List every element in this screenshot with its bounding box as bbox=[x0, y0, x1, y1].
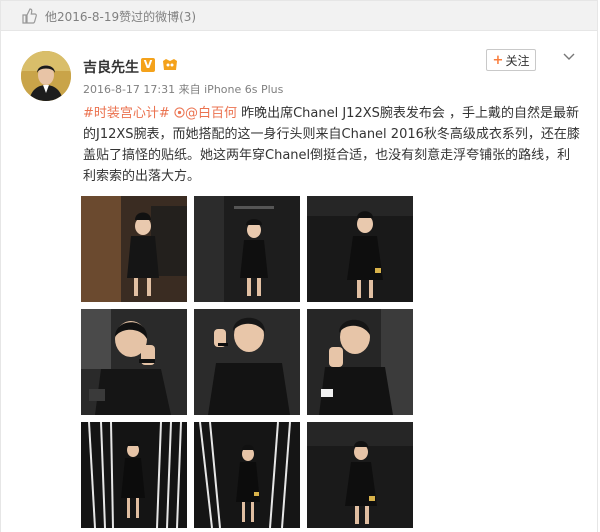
post-content: #时装宫心计# @白百何 昨晚出席Chanel J12XS腕表发布会 ，手上戴的… bbox=[83, 103, 583, 187]
photo-2[interactable] bbox=[194, 196, 300, 302]
thumbs-up-icon bbox=[22, 8, 37, 24]
post-timestamp[interactable]: 2016-8-17 17:31 bbox=[83, 83, 175, 96]
mention-text[interactable]: @白百何 bbox=[185, 106, 237, 121]
photo-5[interactable] bbox=[194, 309, 300, 415]
vip-member-icon bbox=[163, 59, 177, 70]
mention-link[interactable]: @白百何 bbox=[174, 106, 237, 121]
post-source-device[interactable]: iPhone 6s Plus bbox=[204, 83, 283, 96]
hashtag-link[interactable]: #时装宫心计# bbox=[83, 106, 170, 121]
follow-label: 关注 bbox=[505, 53, 530, 68]
photo-1[interactable] bbox=[81, 196, 187, 302]
photo-4[interactable] bbox=[81, 309, 187, 415]
post-source-prefix: 来自 bbox=[178, 83, 201, 96]
photo-9[interactable] bbox=[307, 422, 413, 528]
photo-3[interactable] bbox=[307, 196, 413, 302]
username[interactable]: 吉良先生 bbox=[83, 57, 139, 77]
avatar[interactable] bbox=[21, 51, 71, 101]
follow-button[interactable]: + 关注 bbox=[486, 49, 536, 71]
liked-notice-text: 他2016-8-19赞过的微博(3) bbox=[45, 10, 197, 24]
photo-7[interactable] bbox=[81, 422, 187, 528]
mention-icon bbox=[174, 107, 185, 118]
chevron-down-icon[interactable] bbox=[563, 53, 575, 61]
verified-badge-icon: V bbox=[141, 58, 155, 72]
photo-8[interactable] bbox=[194, 422, 300, 528]
post-meta: 2016-8-17 17:31 来自 iPhone 6s Plus bbox=[83, 81, 283, 97]
plus-icon: + bbox=[492, 52, 504, 68]
liked-notice-bar: 他2016-8-19赞过的微博(3) bbox=[0, 0, 598, 31]
photo-6[interactable] bbox=[307, 309, 413, 415]
weibo-post-card: 吉良先生 V 2016-8-17 17:31 来自 iPhone 6s Plus… bbox=[0, 31, 598, 532]
